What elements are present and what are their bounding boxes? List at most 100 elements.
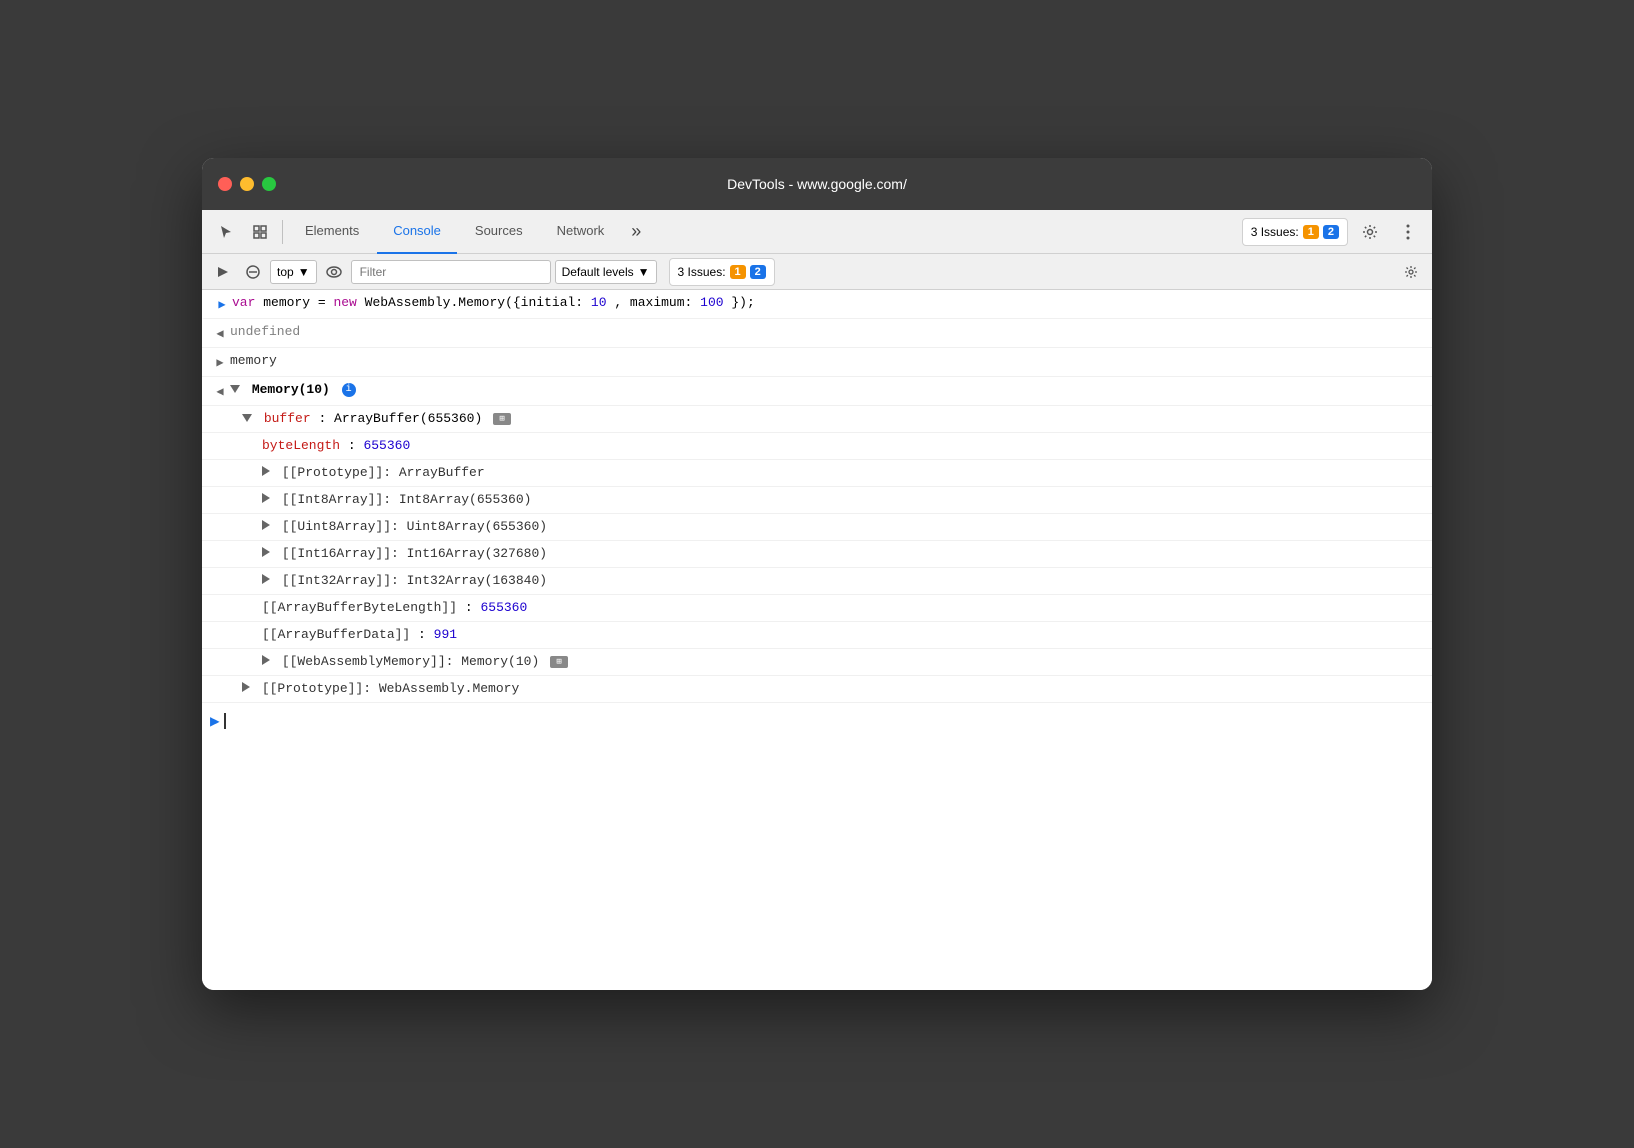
int8array-arrow <box>242 491 262 493</box>
int16array-arrow <box>242 545 262 547</box>
close-button[interactable] <box>218 177 232 191</box>
int16array-label: [[Int16Array]]: Int16Array(327680) <box>282 546 547 561</box>
prompt-arrow: ▶ <box>210 711 220 731</box>
buffer-content: buffer : ArrayBuffer(655360) ⊞ <box>242 410 1424 428</box>
bytelength-key: byteLength <box>262 438 340 453</box>
console-toolbar: top ▼ Default levels ▼ 3 Issues: 1 2 <box>202 254 1432 290</box>
context-label: top <box>277 265 294 279</box>
eye-icon-button[interactable] <box>321 259 347 285</box>
console-issues-badge[interactable]: 3 Issues: 1 2 <box>669 258 775 286</box>
memory-back-arrow: ◀ <box>210 381 230 401</box>
result-content: undefined <box>230 323 1424 341</box>
int32array-arrow <box>242 572 262 574</box>
proto-arraybuffer-row: [[Prototype]]: ArrayBuffer <box>202 460 1432 487</box>
proto-arraybuffer-arrow <box>242 464 262 466</box>
int16array-expand-triangle[interactable] <box>262 547 270 557</box>
arraybuffer-data-arrow <box>242 626 262 628</box>
arraybuffer-data-row: [[ArrayBufferData]] : 991 <box>202 622 1432 649</box>
result-undefined: undefined <box>230 324 300 339</box>
buffer-collapse-triangle[interactable] <box>242 414 252 422</box>
console-content: ▶ var memory = new WebAssembly.Memory({i… <box>202 290 1432 990</box>
context-selector[interactable]: top ▼ <box>270 260 317 284</box>
keyword-var: var <box>232 295 255 310</box>
uint8array-arrow <box>242 518 262 520</box>
execute-button[interactable] <box>210 259 236 285</box>
int16array-row: [[Int16Array]]: Int16Array(327680) <box>202 541 1432 568</box>
levels-label: Default levels <box>562 265 634 279</box>
wasm-memory-icon: ⊞ <box>550 656 568 668</box>
arraybuffer-bytelength-val: 655360 <box>480 600 527 615</box>
num-100: 100 <box>700 295 723 310</box>
wasm-memory-row: [[WebAssemblyMemory]]: Memory(10) ⊞ <box>202 649 1432 676</box>
issues-badge[interactable]: 3 Issues: 1 2 <box>1242 218 1348 246</box>
memory-info-icon[interactable]: i <box>342 383 356 397</box>
settings-icon-button[interactable] <box>1354 216 1386 248</box>
bytelength-row: byteLength : 655360 <box>202 433 1432 460</box>
inspect-icon-button[interactable] <box>244 216 276 248</box>
bytelength-content: byteLength : 655360 <box>262 437 1424 455</box>
uint8array-content: [[Uint8Array]]: Uint8Array(655360) <box>262 518 1424 536</box>
int32array-row: [[Int32Array]]: Int32Array(163840) <box>202 568 1432 595</box>
toolbar-right: 3 Issues: 1 2 <box>1242 216 1424 248</box>
proto-arraybuffer-content: [[Prototype]]: ArrayBuffer <box>262 464 1424 482</box>
arraybuffer-bytelength-row: [[ArrayBufferByteLength]] : 655360 <box>202 595 1432 622</box>
buffer-key: buffer <box>264 411 311 426</box>
console-command-row: ▶ var memory = new WebAssembly.Memory({i… <box>202 290 1432 319</box>
uint8array-label: [[Uint8Array]]: Uint8Array(655360) <box>282 519 547 534</box>
levels-selector[interactable]: Default levels ▼ <box>555 260 657 284</box>
result-arrow: ◀ <box>210 323 230 343</box>
wasm-memory-expand-triangle[interactable] <box>262 655 270 665</box>
cursor-icon-button[interactable] <box>210 216 242 248</box>
tab-elements[interactable]: Elements <box>289 210 375 254</box>
int8array-expand-triangle[interactable] <box>262 493 270 503</box>
console-warn-badge: 1 <box>730 265 746 279</box>
uint8array-row: [[Uint8Array]]: Uint8Array(655360) <box>202 514 1432 541</box>
buffer-memory-icon: ⊞ <box>493 413 511 425</box>
console-result-row: ◀ undefined <box>202 319 1432 348</box>
int32array-label: [[Int32Array]]: Int32Array(163840) <box>282 573 547 588</box>
arraybuffer-data-content: [[ArrayBufferData]] : 991 <box>262 626 1424 644</box>
context-dropdown-icon: ▼ <box>298 265 310 279</box>
proto-wasm-expand-triangle[interactable] <box>242 682 250 692</box>
memory-label-content: memory <box>230 352 1424 370</box>
uint8array-expand-triangle[interactable] <box>262 520 270 530</box>
info-badge: 2 <box>1323 225 1339 239</box>
arraybuffer-data-val: 991 <box>434 627 457 642</box>
int8array-content: [[Int8Array]]: Int8Array(655360) <box>262 491 1424 509</box>
console-memory-label-row: ▶ memory <box>202 348 1432 377</box>
keyword-new: new <box>333 295 356 310</box>
console-memory-object-row: ◀ Memory(10) i <box>202 377 1432 406</box>
int8array-label: [[Int8Array]]: Int8Array(655360) <box>282 492 532 507</box>
int32array-expand-triangle[interactable] <box>262 574 270 584</box>
tab-sources[interactable]: Sources <box>459 210 539 254</box>
more-tabs-button[interactable]: » <box>622 218 650 246</box>
num-10: 10 <box>591 295 607 310</box>
memory-label-arrow[interactable]: ▶ <box>210 352 230 372</box>
levels-dropdown-icon: ▼ <box>638 265 650 279</box>
minimize-button[interactable] <box>240 177 254 191</box>
tab-console[interactable]: Console <box>377 210 457 254</box>
console-info-badge: 2 <box>750 265 766 279</box>
memory-collapse-triangle[interactable] <box>230 385 240 393</box>
command-expand-arrow[interactable]: ▶ <box>212 294 232 314</box>
wasm-memory-label: [[WebAssemblyMemory]]: Memory(10) <box>282 654 539 669</box>
warn-badge: 1 <box>1303 225 1319 239</box>
arraybuffer-bytelength-key: [[ArrayBufferByteLength]] <box>262 600 457 615</box>
proto-ab-expand-triangle[interactable] <box>262 466 270 476</box>
proto-wasm-label: [[Prototype]]: WebAssembly.Memory <box>262 681 519 696</box>
proto-wasm-row: [[Prototype]]: WebAssembly.Memory <box>202 676 1432 703</box>
clear-console-button[interactable] <box>240 259 266 285</box>
proto-wasm-content: [[Prototype]]: WebAssembly.Memory <box>242 680 1424 698</box>
tab-network[interactable]: Network <box>541 210 621 254</box>
issues-label: 3 Issues: <box>1251 225 1299 239</box>
arraybuffer-data-key: [[ArrayBufferData]] <box>262 627 410 642</box>
proto-arraybuffer-label: [[Prototype]]: ArrayBuffer <box>282 465 485 480</box>
memory-label: memory <box>230 353 277 368</box>
maximize-button[interactable] <box>262 177 276 191</box>
filter-input[interactable] <box>351 260 551 284</box>
int8array-row: [[Int8Array]]: Int8Array(655360) <box>202 487 1432 514</box>
buffer-row: buffer : ArrayBuffer(655360) ⊞ <box>202 406 1432 433</box>
more-options-button[interactable] <box>1392 216 1424 248</box>
console-settings-button[interactable] <box>1398 259 1424 285</box>
console-prompt-row[interactable]: ▶ <box>202 703 1432 739</box>
